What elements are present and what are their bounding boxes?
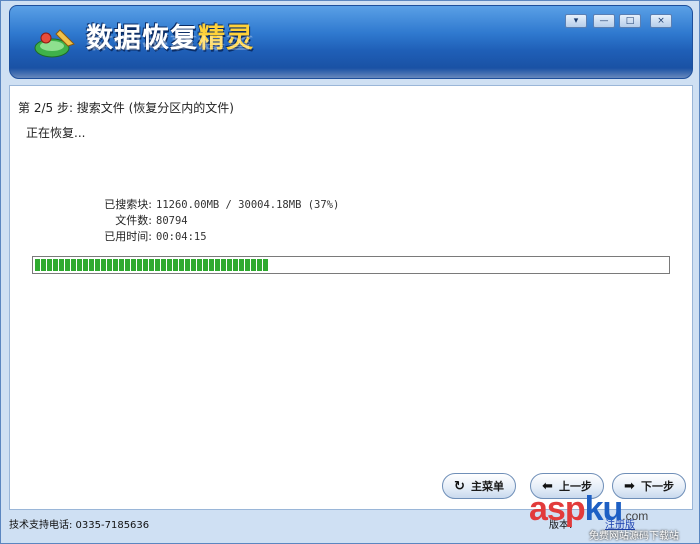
support-phone: 技术支持电话: 0335-7185636	[9, 520, 150, 531]
wizard-panel: 第 2/5 步: 搜索文件 (恢复分区内的文件) 正在恢复... 已搜索块: 11…	[9, 85, 693, 510]
progress-fill	[35, 259, 269, 271]
minimize-button[interactable]: —	[593, 14, 615, 28]
site-watermark: aspku.com 免费网站源码下载站	[529, 489, 697, 543]
searched-blocks-row: 已搜索块: 11260.00MB / 30004.18MB (37%)	[70, 196, 339, 212]
app-title-reflection: 数据恢复精灵	[86, 33, 254, 51]
watermark-subtitle: 免费网站源码下载站	[589, 531, 679, 542]
searched-blocks-value: 11260.00MB / 30004.18MB (37%)	[156, 199, 340, 211]
searched-blocks-label: 已搜索块:	[104, 198, 152, 211]
menu-dropdown-icon[interactable]: ▾	[565, 14, 587, 28]
file-count-value: 80794	[156, 215, 188, 227]
progress-bar	[32, 256, 670, 274]
file-count-label: 文件数:	[115, 214, 152, 227]
close-button[interactable]: ×	[650, 14, 672, 28]
app-logo-icon	[34, 29, 75, 58]
elapsed-time-value: 00:04:15	[156, 231, 207, 243]
step-title: 第 2/5 步: 搜索文件 (恢复分区内的文件)	[18, 101, 234, 115]
refresh-icon: ↻	[454, 478, 465, 494]
maximize-button[interactable]: □	[619, 14, 641, 28]
status-text: 正在恢复...	[26, 126, 86, 140]
app-window: 数据恢复精灵 数据恢复精灵 ▾ — □ × 第 2/5 步: 搜索文件 (恢复分…	[0, 0, 700, 544]
elapsed-time-row: 已用时间: 00:04:15	[70, 228, 207, 244]
file-count-row: 文件数: 80794	[70, 212, 188, 228]
elapsed-time-label: 已用时间:	[104, 230, 152, 243]
main-menu-label: 主菜单	[470, 480, 504, 493]
title-banner[interactable]: 数据恢复精灵 数据恢复精灵 ▾ — □ ×	[9, 5, 693, 79]
main-menu-button[interactable]: ↻ 主菜单	[442, 473, 516, 499]
